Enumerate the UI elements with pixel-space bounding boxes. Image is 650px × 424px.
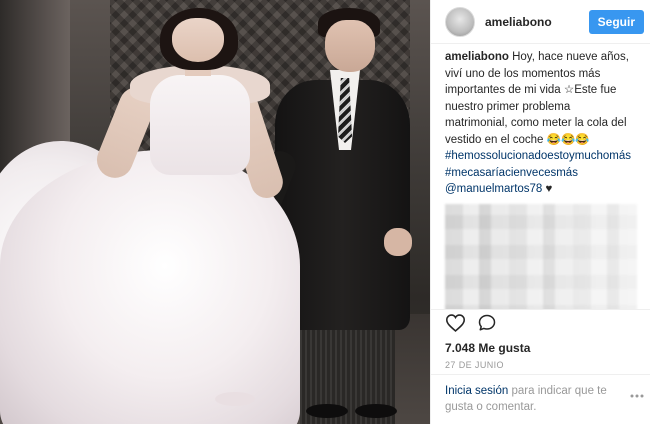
groom-shoe xyxy=(306,404,348,418)
groom-face xyxy=(325,20,375,72)
caption: ameliabono Hoy, hace nueve años, viví un… xyxy=(445,49,636,198)
likes-count[interactable]: 7.048 Me gusta xyxy=(431,337,650,357)
post-side-panel: ameliabono Seguir ameliabono Hoy, hace n… xyxy=(430,0,650,424)
bride-shoes xyxy=(215,392,255,406)
caption-text: Hoy, hace nueve años, viví uno de los mo… xyxy=(445,51,629,146)
comments-area: ameliabono Hoy, hace nueve años, viví un… xyxy=(431,44,650,310)
post-date: 27 DE JUNIO xyxy=(445,359,504,370)
instagram-post: ameliabono Seguir ameliabono Hoy, hace n… xyxy=(0,0,650,424)
follow-button[interactable]: Seguir xyxy=(588,9,644,34)
post-photo[interactable] xyxy=(0,0,430,424)
heart-outline-icon[interactable] xyxy=(445,313,465,333)
comment-bubble-icon[interactable] xyxy=(477,313,497,333)
author-avatar[interactable] xyxy=(445,6,475,37)
caption-username[interactable]: ameliabono xyxy=(445,51,509,63)
blurred-comments xyxy=(445,203,637,310)
login-footer: Inicia sesión para indicar que te gusta … xyxy=(431,374,650,424)
action-bar xyxy=(431,309,650,337)
bride-face xyxy=(172,18,224,62)
bride-bodice xyxy=(150,75,250,175)
login-link[interactable]: Inicia sesión xyxy=(445,385,508,397)
post-header: ameliabono Seguir xyxy=(431,0,650,45)
groom-shoe xyxy=(355,404,397,418)
more-options-icon[interactable] xyxy=(630,389,644,403)
hashtag-link[interactable]: #hemossolucionadoestoymuchomás xyxy=(445,148,636,165)
heart-emoji: ♥ xyxy=(542,183,553,196)
hashtag-link[interactable]: #mecasaríacienvecesmás xyxy=(445,165,636,182)
mention-link[interactable]: @manuelmartos78 xyxy=(445,183,542,195)
groom-hand xyxy=(384,228,412,256)
author-username[interactable]: ameliabono xyxy=(485,15,589,29)
